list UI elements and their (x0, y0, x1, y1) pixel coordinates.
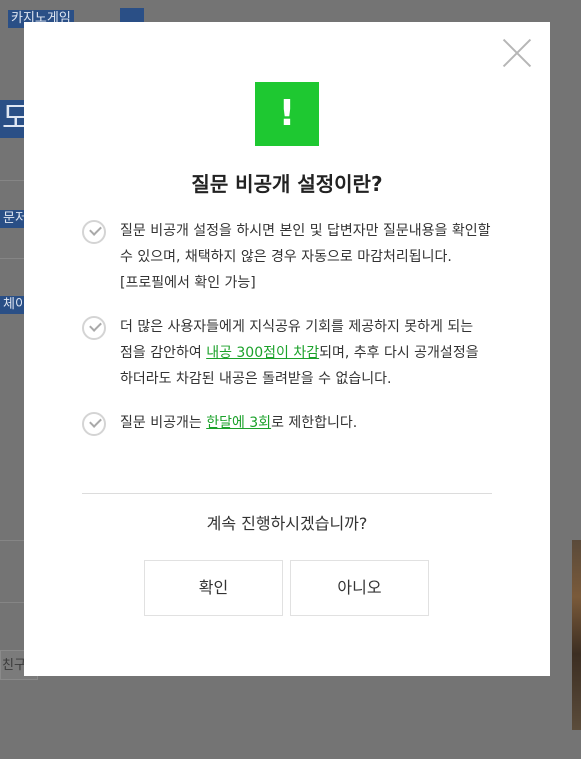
notice-text: 질문 비공개는 (120, 415, 207, 431)
notice-list: 질문 비공개 설정을 하시면 본인 및 답변자만 질문내용을 확인할 수 있으며… (82, 218, 502, 454)
monthly-limit-link[interactable]: 한달에 3회 (206, 415, 271, 431)
alert-icon: ! (255, 82, 319, 146)
close-icon[interactable] (502, 38, 532, 68)
bg-divider (0, 602, 24, 603)
check-circle-icon (82, 412, 106, 436)
notice-text: 질문 비공개 설정을 하시면 본인 및 답변자만 질문내용을 확인할 수 있으며… (120, 223, 491, 291)
bg-divider (0, 180, 24, 181)
cancel-button[interactable]: 아니오 (290, 560, 429, 616)
divider (82, 493, 492, 494)
bg-photo (572, 540, 581, 730)
bg-divider (0, 258, 24, 259)
point-deduction-link[interactable]: 내공 300점이 차감 (206, 345, 319, 361)
notice-item: 질문 비공개는 한달에 3회로 제한합니다. (82, 410, 502, 436)
confirm-question: 계속 진행하시겠습니까? (206, 514, 368, 533)
notice-text: 로 제한합니다. (271, 415, 358, 431)
private-question-modal: ! 질문 비공개 설정이란? 질문 비공개 설정을 하시면 본인 및 답변자만 … (24, 22, 550, 676)
check-circle-icon (82, 220, 106, 244)
modal-title: 질문 비공개 설정이란? (191, 172, 383, 196)
check-circle-icon (82, 316, 106, 340)
bg-divider (0, 540, 24, 541)
notice-item: 질문 비공개 설정을 하시면 본인 및 답변자만 질문내용을 확인할 수 있으며… (82, 218, 502, 296)
confirm-button[interactable]: 확인 (144, 560, 283, 616)
notice-item: 더 많은 사용자들에게 지식공유 기회를 제공하지 못하게 되는 점을 감안하여… (82, 314, 502, 392)
